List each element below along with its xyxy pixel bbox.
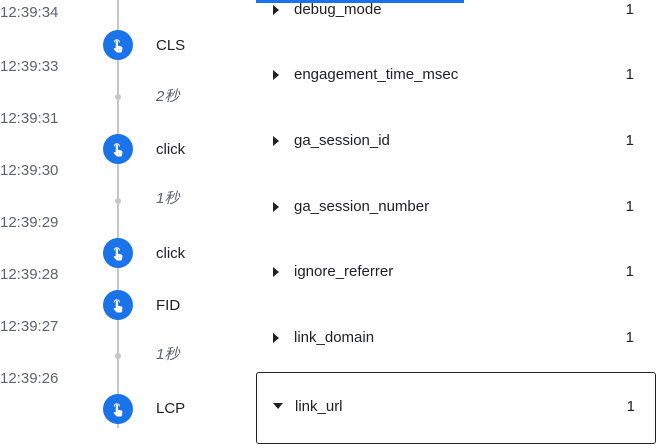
timestamp: 12:39:34 xyxy=(0,4,59,21)
param-row-debug-mode[interactable]: debug_mode 1 xyxy=(256,0,654,45)
event-label[interactable]: LCP xyxy=(156,400,185,418)
timeline-dot xyxy=(115,94,121,100)
timeline-line xyxy=(117,0,119,428)
timestamp: 12:39:28 xyxy=(0,266,59,283)
param-count: 1 xyxy=(625,263,634,280)
expand-arrow-icon[interactable] xyxy=(273,333,279,343)
tap-icon[interactable] xyxy=(103,394,133,424)
param-count: 1 xyxy=(625,329,634,346)
param-row-ga-session-id[interactable]: ga_session_id 1 xyxy=(256,110,654,176)
param-count: 1 xyxy=(625,132,634,149)
param-name: ga_session_number xyxy=(294,198,430,215)
param-name: link_url xyxy=(295,398,343,415)
duration-label: 1秒 xyxy=(156,346,180,363)
param-count: 1 xyxy=(625,198,634,215)
duration-label: 2秒 xyxy=(156,88,180,105)
expand-arrow-icon[interactable] xyxy=(273,267,279,277)
timeline-dot xyxy=(115,353,121,359)
duration-label: 1秒 xyxy=(156,190,180,207)
param-name: ignore_referrer xyxy=(294,263,394,280)
timestamp: 12:39:31 xyxy=(0,110,59,127)
param-row-ga-session-number[interactable]: ga_session_number 1 xyxy=(256,176,654,242)
tap-icon[interactable] xyxy=(103,134,133,164)
tap-icon[interactable] xyxy=(103,238,133,268)
param-count: 1 xyxy=(625,66,634,83)
param-row-ignore-referrer[interactable]: ignore_referrer 1 xyxy=(256,241,654,307)
param-row-link-domain[interactable]: link_domain 1 xyxy=(256,307,654,373)
tap-icon[interactable] xyxy=(103,290,133,320)
expand-arrow-icon[interactable] xyxy=(273,202,279,212)
timestamp: 12:39:30 xyxy=(0,162,59,179)
param-count: 1 xyxy=(625,1,634,18)
param-name: engagement_time_msec xyxy=(294,66,459,83)
timestamp: 12:39:33 xyxy=(0,58,59,75)
collapse-arrow-icon[interactable] xyxy=(273,403,283,409)
param-name: debug_mode xyxy=(294,1,382,18)
event-label[interactable]: click xyxy=(156,245,185,263)
expand-arrow-icon[interactable] xyxy=(273,70,279,80)
param-row-link-url[interactable]: link_url 1 xyxy=(256,372,656,444)
param-name: link_domain xyxy=(294,329,375,346)
timeline-dot xyxy=(115,198,121,204)
timestamp: 12:39:27 xyxy=(0,318,59,335)
timestamp: 12:39:29 xyxy=(0,214,59,231)
tap-icon[interactable] xyxy=(103,30,133,60)
event-label[interactable]: FID xyxy=(156,297,180,315)
param-row-engagement-time-msec[interactable]: engagement_time_msec 1 xyxy=(256,44,654,110)
timestamp: 12:39:26 xyxy=(0,370,59,387)
expand-arrow-icon[interactable] xyxy=(273,5,279,15)
param-count: 1 xyxy=(626,398,635,415)
event-label[interactable]: CLS xyxy=(156,37,185,55)
expand-arrow-icon[interactable] xyxy=(273,136,279,146)
event-label[interactable]: click xyxy=(156,141,185,159)
param-name: ga_session_id xyxy=(294,132,390,149)
